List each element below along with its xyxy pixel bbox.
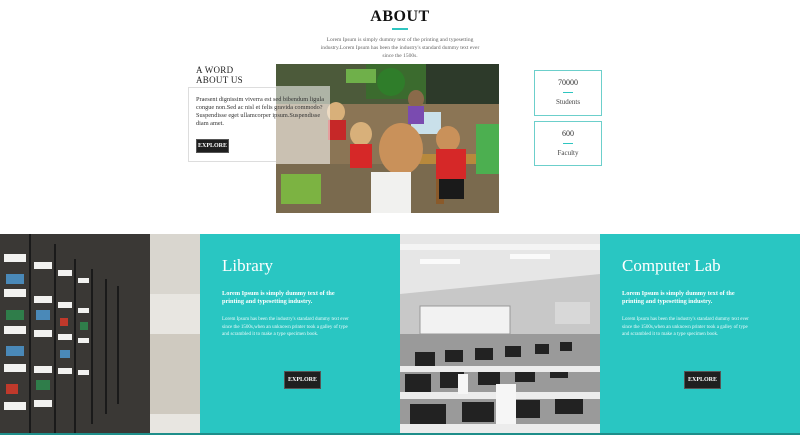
library-description: Lorem Ipsum has been the industry's stan… [222,317,349,337]
stat-card-students: 70000 Students [534,70,602,116]
facilities-band: Library Lorem Ipsum is simply dummy text… [0,234,800,435]
stat-divider [563,143,573,144]
about-divider [392,28,408,30]
computer-lab-description: Lorem Ipsum has been the industry's stan… [622,317,749,337]
computer-lab-subtitle: Lorem Ipsum is simply dummy text of the … [622,290,735,305]
stat-divider [563,92,573,93]
word-heading-line2: ABOUT US [196,75,243,85]
library-explore-button[interactable]: EXPLORE [284,371,321,389]
word-explore-button[interactable]: EXPLORE [196,139,229,153]
library-panel: Library Lorem Ipsum is simply dummy text… [200,234,400,435]
library-photo [0,234,200,435]
computer-lab-photo [400,234,600,435]
word-heading-line1: A WORD [196,65,234,75]
word-about-us-heading: A WORD ABOUT US [196,65,243,85]
stat-value: 600 [562,129,574,138]
computer-lab-panel: Computer Lab Lorem Ipsum is simply dummy… [600,234,800,435]
stat-value: 70000 [558,78,578,87]
about-intro-text: Lorem Ipsum is simply dummy text of the … [320,37,480,59]
classroom-photo [276,64,499,213]
library-title: Library [222,256,273,275]
about-title: ABOUT [370,8,430,25]
stat-card-faculty: 600 Faculty [534,121,602,166]
stat-label: Students [555,98,581,106]
computer-lab-explore-button[interactable]: EXPLORE [684,371,721,389]
library-subtitle: Lorem Ipsum is simply dummy text of the … [222,290,335,305]
word-about-us-text: Praesent dignissim viverra est sed biben… [196,96,325,127]
stat-label: Faculty [557,149,579,157]
computer-lab-title: Computer Lab [622,256,721,275]
